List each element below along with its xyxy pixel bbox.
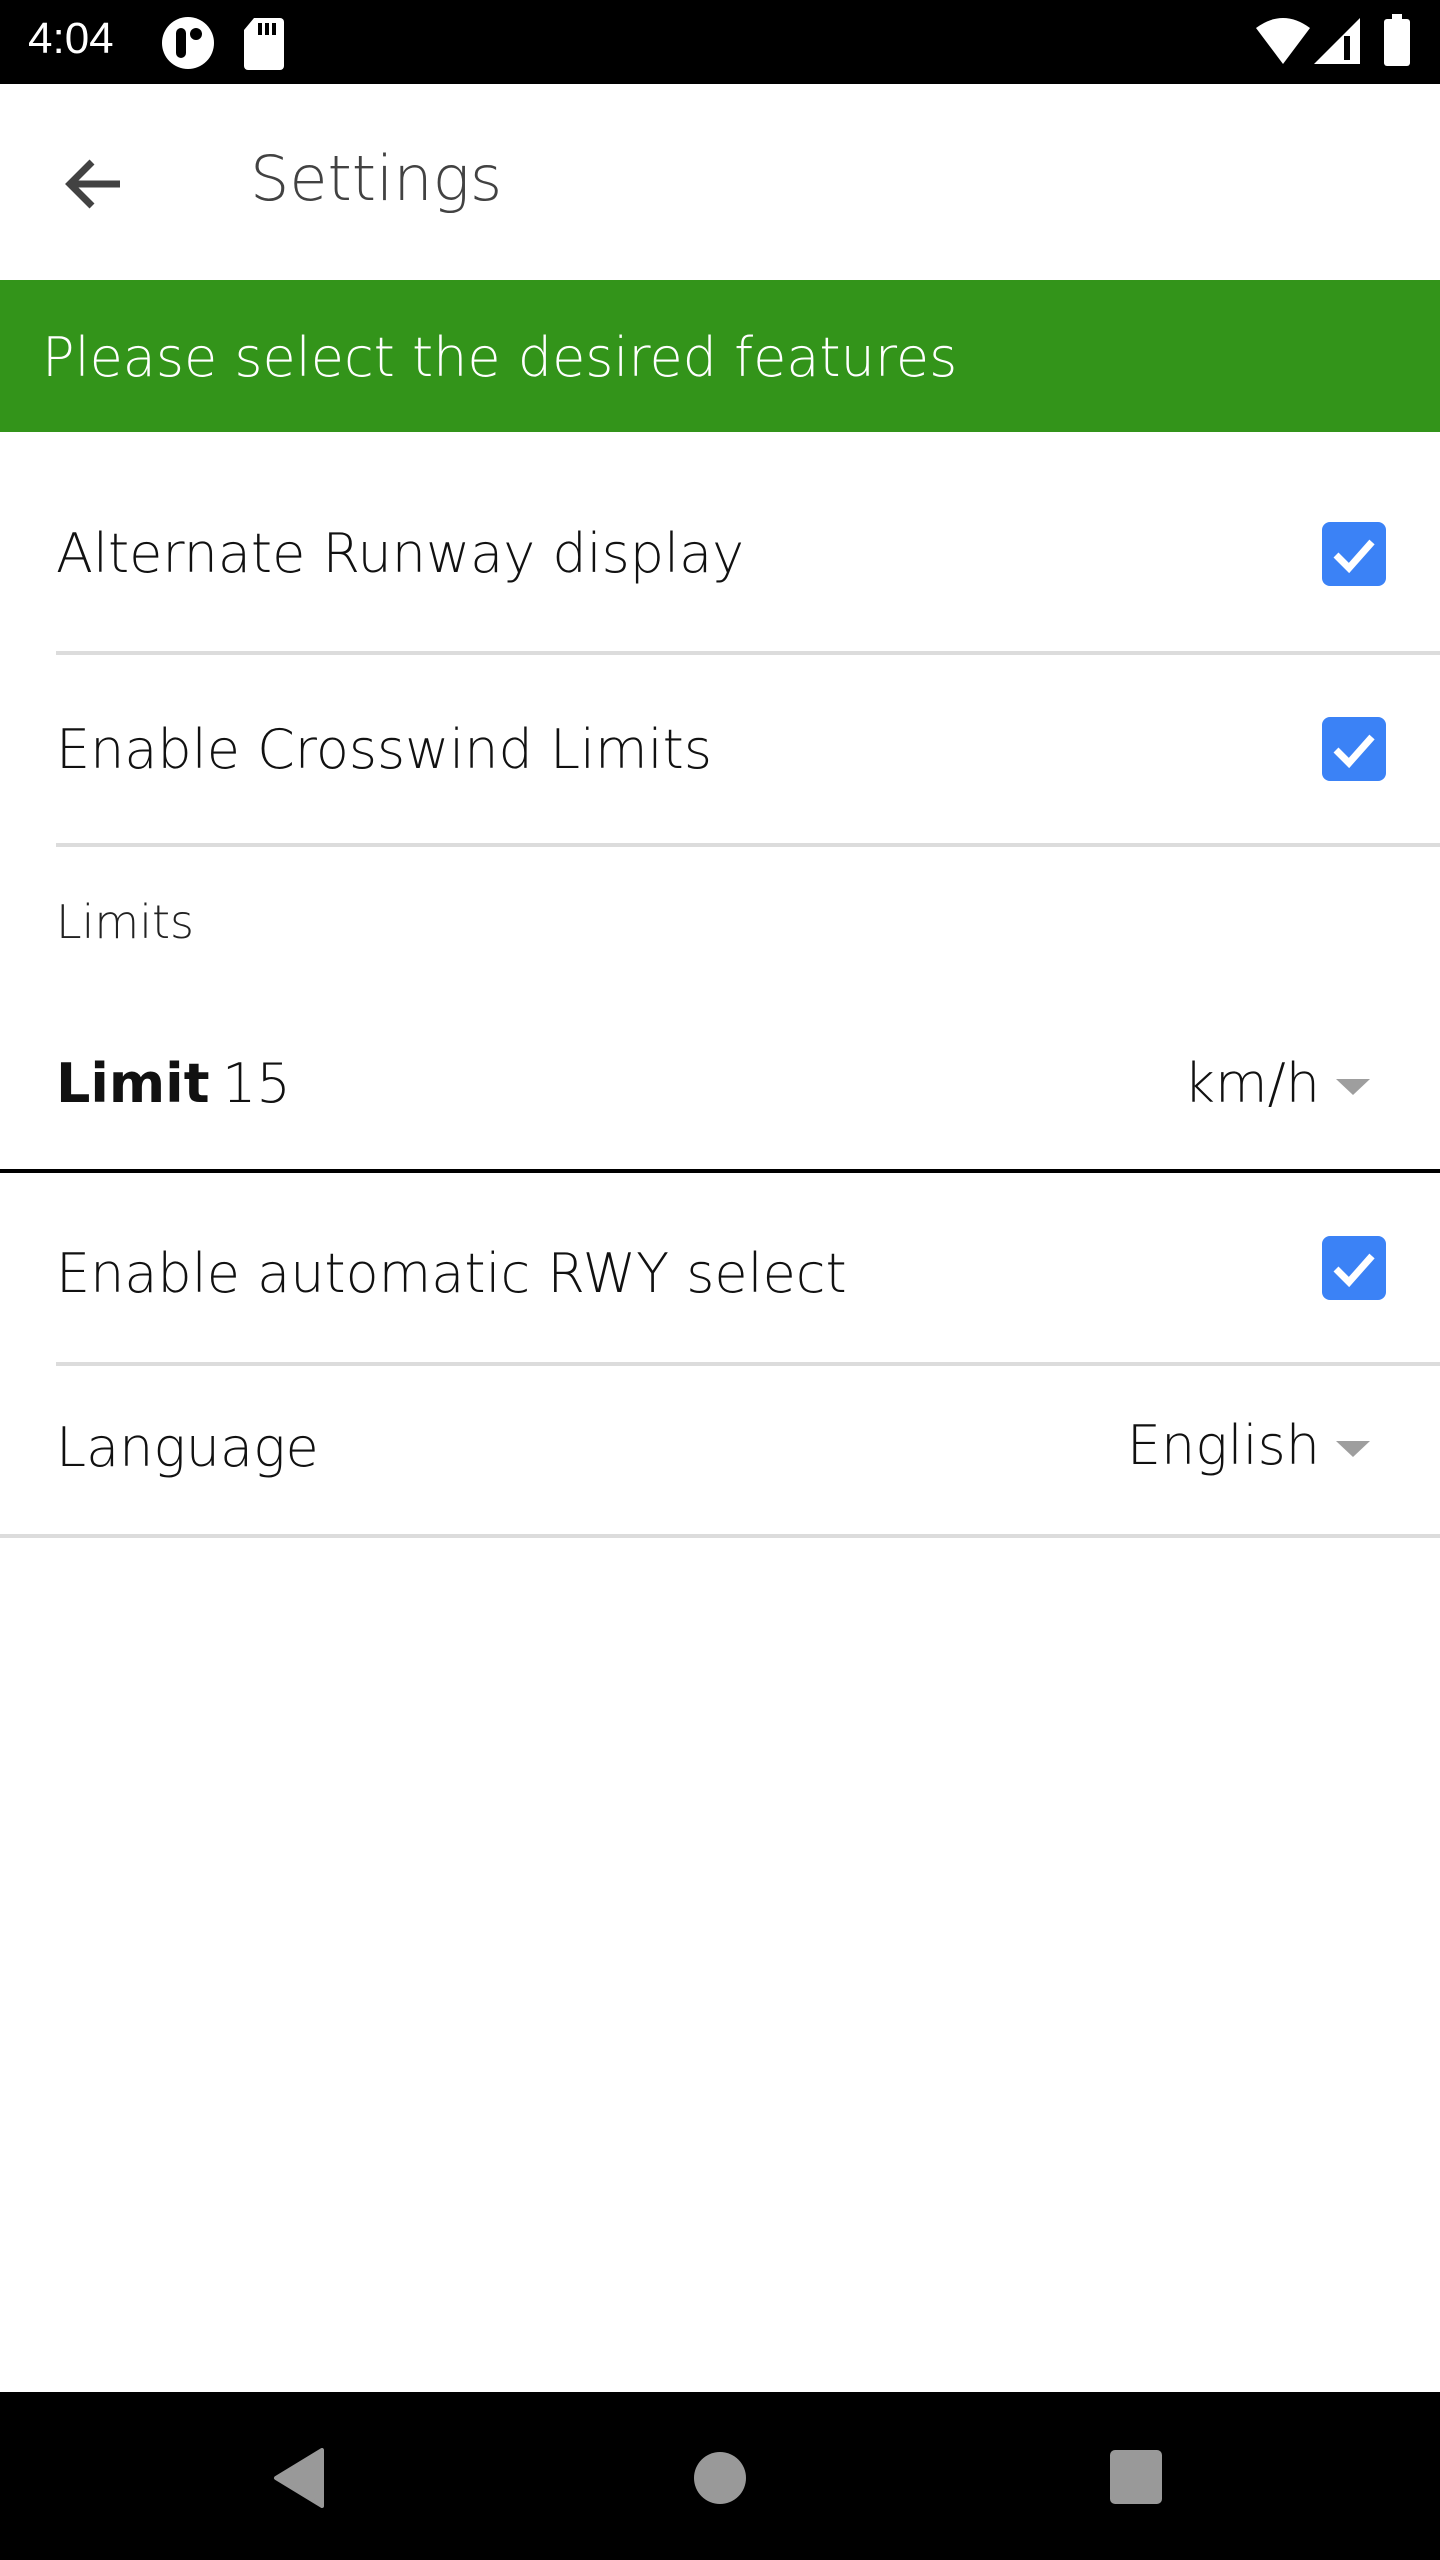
banner-text: Please select the desired features bbox=[42, 326, 958, 389]
language-value: English bbox=[1126, 1414, 1320, 1477]
language-dropdown[interactable]: English bbox=[1127, 1414, 1370, 1477]
input-underline bbox=[0, 1169, 1440, 1173]
wifi-icon bbox=[1256, 18, 1310, 64]
nav-back-icon[interactable] bbox=[272, 2448, 328, 2508]
setting-language[interactable]: Language English bbox=[0, 1366, 1440, 1538]
limit-label: Limit bbox=[56, 1052, 210, 1115]
nav-recents-icon[interactable] bbox=[1108, 2448, 1164, 2506]
setting-label: Enable Crosswind Limits bbox=[56, 718, 712, 781]
instruction-banner: Please select the desired features bbox=[0, 280, 1440, 432]
unit-value: km/h bbox=[1183, 1052, 1320, 1115]
nav-home-icon[interactable] bbox=[692, 2450, 748, 2506]
dropdown-arrow-icon bbox=[1336, 1079, 1370, 1096]
check-icon bbox=[1333, 1253, 1375, 1288]
setting-label: Alternate Runway display bbox=[56, 522, 745, 585]
cell-signal-icon bbox=[1314, 18, 1360, 64]
setting-alternate-runway[interactable]: Alternate Runway display bbox=[0, 432, 1440, 655]
divider bbox=[0, 1534, 1440, 1538]
check-icon bbox=[1333, 539, 1375, 574]
status-bar: 4:04 bbox=[0, 0, 1440, 84]
setting-auto-rwy-select[interactable]: Enable automatic RWY select bbox=[0, 1174, 1440, 1366]
back-button[interactable] bbox=[56, 144, 136, 224]
limit-value-input[interactable]: 15 bbox=[222, 1052, 291, 1115]
page-title: Settings bbox=[250, 142, 503, 215]
sd-card-icon bbox=[244, 18, 284, 70]
battery-icon bbox=[1384, 14, 1410, 66]
alternate-runway-checkbox[interactable] bbox=[1322, 522, 1386, 586]
limit-input-row: Limit 15 km/h bbox=[0, 1030, 1440, 1173]
setting-label: Enable automatic RWY select bbox=[56, 1242, 847, 1305]
setting-label: Language bbox=[56, 1416, 319, 1479]
unit-dropdown[interactable]: km/h bbox=[1184, 1052, 1370, 1115]
check-icon bbox=[1333, 734, 1375, 769]
dropdown-arrow-icon bbox=[1336, 1441, 1370, 1458]
arrow-left-icon bbox=[65, 159, 120, 209]
navigation-bar bbox=[0, 2392, 1440, 2560]
crosswind-limits-checkbox[interactable] bbox=[1322, 717, 1386, 781]
app-bar: Settings bbox=[0, 84, 1440, 280]
status-time: 4:04 bbox=[28, 14, 114, 63]
auto-rwy-select-checkbox[interactable] bbox=[1322, 1236, 1386, 1300]
divider bbox=[56, 843, 1440, 847]
setting-crosswind-limits[interactable]: Enable Crosswind Limits bbox=[0, 655, 1440, 847]
app-notification-icon bbox=[162, 17, 214, 69]
limits-section-header: Limits bbox=[56, 895, 194, 949]
